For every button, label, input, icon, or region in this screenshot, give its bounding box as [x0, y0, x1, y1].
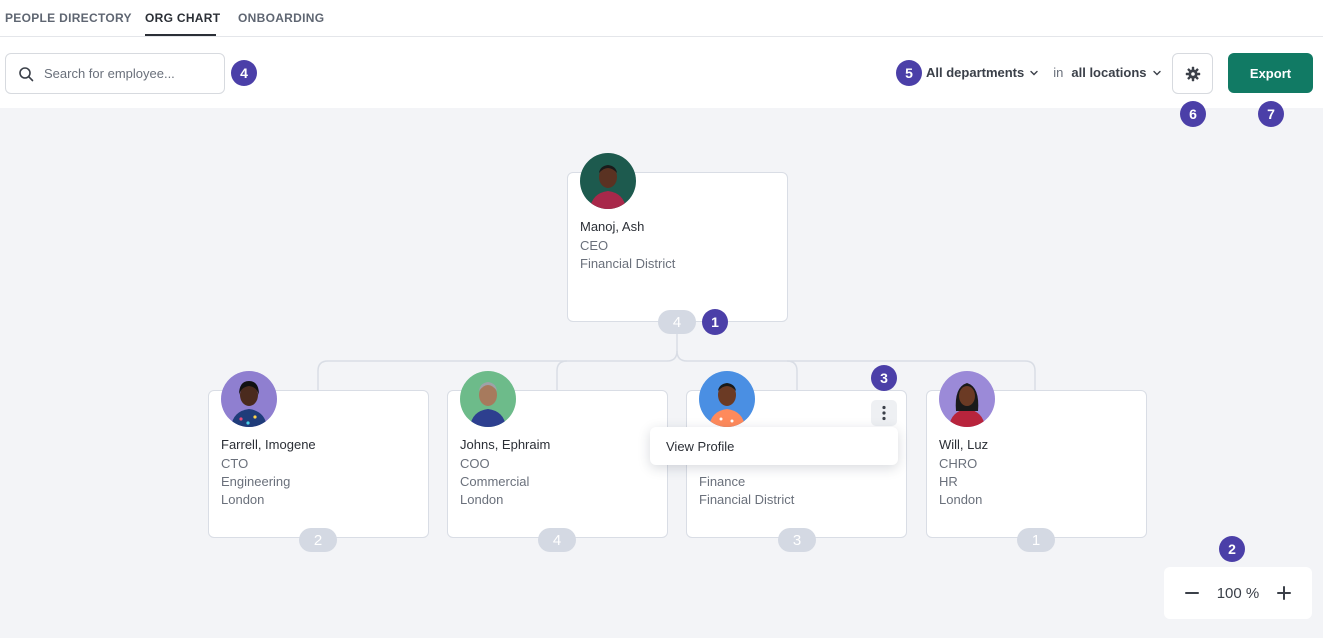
chevron-down-icon	[1030, 70, 1038, 75]
employee-department: HR	[939, 474, 958, 489]
employee-name: Johns, Ephraim	[460, 437, 551, 452]
employee-title: CEO	[580, 238, 609, 253]
plus-icon	[1276, 586, 1291, 600]
annotation-badge-3: 3	[871, 365, 897, 391]
active-tab-indicator	[145, 34, 216, 36]
employee-location: Financial District	[699, 492, 795, 507]
minus-icon	[1185, 592, 1199, 594]
employee-name: Farrell, Imogene	[221, 437, 316, 452]
direct-reports-count[interactable]: 4	[538, 528, 576, 552]
card-more-button[interactable]	[871, 400, 897, 426]
tab-org-chart[interactable]: ORG CHART	[145, 11, 220, 25]
location-filter[interactable]: all locations	[1071, 65, 1161, 80]
employee-name: Manoj, Ash	[580, 219, 645, 234]
employee-title: CTO	[221, 456, 249, 471]
employee-department: Finance	[699, 474, 746, 489]
menu-item-view-profile[interactable]: View Profile	[666, 439, 734, 454]
annotation-badge-7: 7	[1258, 101, 1284, 127]
department-filter[interactable]: All departments	[926, 65, 1039, 80]
direct-reports-count[interactable]: 1	[1017, 528, 1055, 552]
avatar	[221, 371, 277, 427]
zoom-in-button[interactable]	[1274, 583, 1294, 603]
settings-button[interactable]	[1172, 53, 1213, 94]
org-chart-canvas[interactable]: Manoj, Ash CEO Financial District 4 1 Fa…	[0, 108, 1323, 638]
employee-department: Commercial	[460, 474, 530, 489]
employee-search	[5, 53, 225, 94]
tab-bar: PEOPLE DIRECTORY ORG CHART ONBOARDING	[0, 0, 1323, 37]
filter-joiner: in	[1053, 65, 1064, 80]
direct-reports-count[interactable]: 3	[778, 528, 816, 552]
direct-reports-count[interactable]: 4	[658, 310, 696, 334]
zoom-control: 100 %	[1164, 567, 1312, 619]
annotation-badge-5: 5	[896, 60, 922, 86]
employee-location: London	[460, 492, 504, 507]
employee-title: COO	[460, 456, 490, 471]
avatar	[460, 371, 516, 427]
search-input[interactable]	[44, 66, 214, 81]
filter-bar: All departments in all locations	[926, 65, 1162, 80]
avatar	[580, 153, 636, 209]
employee-title: CHRO	[939, 456, 978, 471]
annotation-badge-6: 6	[1180, 101, 1206, 127]
annotation-badge-2: 2	[1219, 536, 1245, 562]
employee-name: Will, Luz	[939, 437, 989, 452]
employee-department: Engineering	[221, 474, 291, 489]
annotation-badge-4: 4	[231, 60, 257, 86]
chevron-down-icon	[1152, 70, 1161, 75]
direct-reports-count[interactable]: 2	[299, 528, 337, 552]
zoom-level: 100 %	[1216, 584, 1260, 602]
tab-onboarding[interactable]: ONBOARDING	[238, 11, 324, 25]
export-button[interactable]: Export	[1228, 53, 1313, 93]
annotation-badge-1: 1	[702, 309, 728, 335]
avatar	[939, 371, 995, 427]
zoom-out-button[interactable]	[1182, 583, 1202, 603]
more-vertical-icon	[882, 405, 886, 421]
search-icon	[19, 67, 34, 82]
avatar	[699, 371, 755, 427]
tab-people-directory[interactable]: PEOPLE DIRECTORY	[5, 11, 132, 25]
employee-location: London	[221, 492, 265, 507]
gear-icon	[1185, 66, 1200, 81]
employee-location: London	[939, 492, 983, 507]
card-context-menu: View Profile	[650, 427, 898, 465]
employee-location: Financial District	[580, 256, 676, 271]
department-filter-label: All departments	[926, 65, 1025, 80]
location-filter-label: all locations	[1071, 65, 1147, 80]
